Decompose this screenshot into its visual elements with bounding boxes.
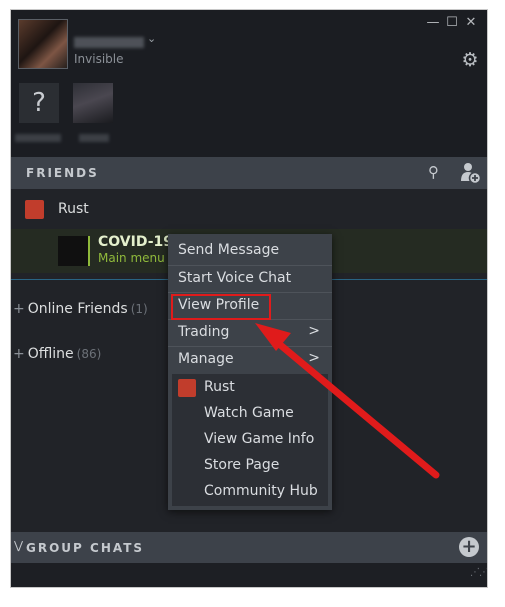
annotation-arrow [255, 323, 440, 479]
